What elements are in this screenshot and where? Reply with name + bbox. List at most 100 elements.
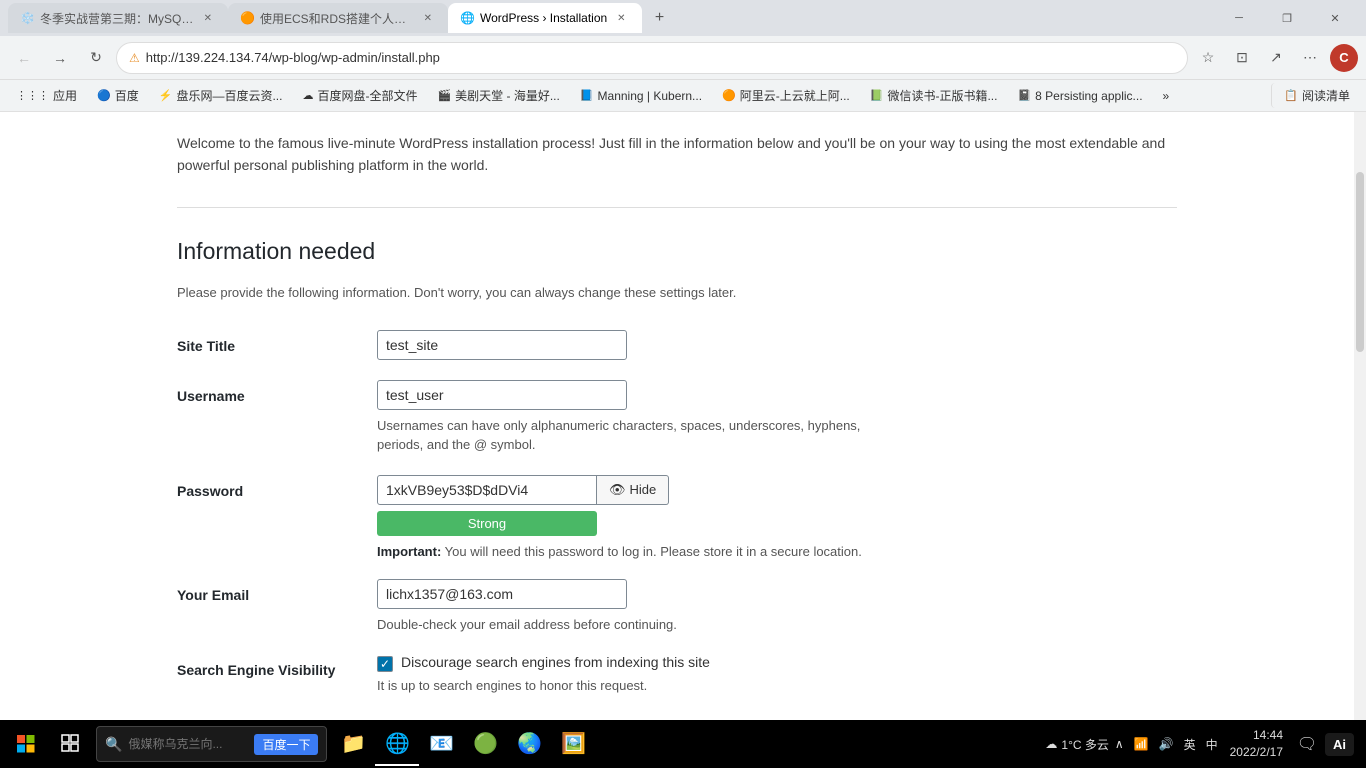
site-title-field: [377, 330, 1177, 360]
weather-widget[interactable]: ☁ 1°C 多云: [1045, 736, 1108, 753]
info-notice: Please provide the following information…: [177, 285, 1177, 300]
baidu-search-button[interactable]: 百度一下: [254, 734, 318, 755]
bookmark-meiju[interactable]: 🎬 美剧天堂 - 海量好...: [429, 83, 567, 108]
settings-icon[interactable]: ⋯: [1294, 42, 1326, 74]
forward-button[interactable]: →: [44, 42, 76, 74]
ai-button[interactable]: Ai: [1325, 733, 1354, 756]
bookmark-weixin[interactable]: 📗 微信读书-正版书籍...: [862, 83, 1006, 108]
app3-icon: 🌏: [517, 731, 542, 756]
profile-button[interactable]: C: [1330, 44, 1358, 72]
password-input[interactable]: [377, 475, 597, 505]
baidu-icon: 🔵: [97, 89, 111, 102]
scrollbar[interactable]: [1354, 112, 1366, 720]
password-row: Password 👁 Hide Strong: [177, 475, 1177, 559]
hide-label: Hide: [630, 482, 657, 497]
address-input[interactable]: ⚠ http://139.224.134.74/wp-blog/wp-admin…: [116, 42, 1188, 74]
apps-icon: ⋮⋮⋮: [16, 89, 49, 102]
scroll-thumb[interactable]: [1356, 172, 1364, 352]
network-icon[interactable]: 📶: [1130, 733, 1153, 755]
search-visibility-field: ✓ Discourage search engines from indexin…: [377, 654, 1177, 696]
email-field-container: Double-check your email address before c…: [377, 579, 1177, 635]
bookmark-panyue-label: 盘乐网—百度云资...: [176, 87, 282, 104]
tab2-favicon: 🟠: [240, 11, 254, 25]
taskbar-search[interactable]: 🔍 百度一下: [96, 726, 327, 762]
app2-button[interactable]: 🟢: [463, 722, 507, 766]
bookmark-star-icon[interactable]: ☆: [1192, 42, 1224, 74]
search-visibility-checkbox[interactable]: ✓: [377, 656, 393, 672]
username-row: Username Usernames can have only alphanu…: [177, 380, 1177, 455]
bookmark-baidu-label: 百度: [115, 87, 139, 104]
bookmark-panyue[interactable]: ⚡ 盘乐网—百度云资...: [151, 83, 291, 108]
input-method-zh[interactable]: 中: [1202, 734, 1222, 755]
show-hidden-icons[interactable]: ∧: [1111, 733, 1128, 755]
task-view-button[interactable]: [48, 722, 92, 766]
refresh-button[interactable]: ↻: [80, 42, 112, 74]
clock-date: 2022/2/17: [1230, 744, 1283, 761]
bookmark-persisting[interactable]: 📓 8 Persisting applic...: [1009, 85, 1150, 107]
intro-section: Welcome to the famous live-minute WordPr…: [177, 112, 1177, 208]
site-title-input[interactable]: [377, 330, 627, 360]
windows-logo-icon: [17, 735, 35, 753]
reading-list-icon: 📋: [1284, 89, 1298, 102]
tab-1[interactable]: ❄️ 冬季实战营第三期：MySQL数据... ✕: [8, 3, 228, 33]
collections-icon[interactable]: ⊡: [1226, 42, 1258, 74]
address-bar: ← → ↻ ⚠ http://139.224.134.74/wp-blog/wp…: [0, 36, 1366, 80]
hide-password-button[interactable]: 👁 Hide: [597, 475, 669, 505]
password-important-note: Important: You will need this password t…: [377, 544, 1177, 559]
email-input[interactable]: [377, 579, 627, 609]
email-row: Your Email Double-check your email addre…: [177, 579, 1177, 635]
edge-icon: 🌐: [385, 731, 410, 756]
window-controls: ─ ❐ ✕: [1216, 2, 1358, 34]
bookmark-aliyun-label: 阿里云-上云就上阿...: [740, 87, 850, 104]
taskbar: 🔍 百度一下 📁 🌐 📧 🟢 🌏 🖼️ ☁ 1: [0, 720, 1366, 768]
password-field: 👁 Hide Strong Important: You will need t…: [377, 475, 1177, 559]
cloud-icon: ☁: [1045, 737, 1057, 751]
panyue-icon: ⚡: [159, 89, 173, 102]
app2-icon: 🟢: [473, 731, 498, 756]
start-button[interactable]: [4, 722, 48, 766]
wordpress-form-container: Welcome to the famous live-minute WordPr…: [157, 112, 1197, 720]
bookmark-baidupan[interactable]: ☁ 百度网盘-全部文件: [294, 83, 425, 108]
tab2-close[interactable]: ✕: [420, 11, 436, 26]
weixin-icon: 📗: [870, 89, 884, 102]
new-tab-button[interactable]: +: [646, 4, 674, 32]
restore-button[interactable]: ❐: [1264, 2, 1310, 34]
username-hint: Usernames can have only alphanumeric cha…: [377, 416, 877, 455]
install-field: Install WordPress: [377, 716, 1177, 720]
app4-button[interactable]: 🖼️: [551, 722, 595, 766]
tab1-close[interactable]: ✕: [200, 11, 216, 26]
manning-icon: 📘: [580, 89, 594, 102]
url-text: http://139.224.134.74/wp-blog/wp-admin/i…: [146, 50, 1175, 65]
baidupan-icon: ☁: [302, 89, 313, 102]
bookmark-baidupan-label: 百度网盘-全部文件: [317, 87, 417, 104]
app1-button[interactable]: 📧: [419, 722, 463, 766]
bookmark-more[interactable]: »: [1155, 85, 1178, 107]
notification-button[interactable]: 🗨: [1291, 722, 1323, 766]
bookmark-apps[interactable]: ⋮⋮⋮ 应用: [8, 83, 85, 108]
main-area: Welcome to the famous live-minute WordPr…: [0, 112, 1366, 720]
reading-list[interactable]: 📋 阅读清单: [1271, 83, 1358, 108]
bookmark-aliyun[interactable]: 🟠 阿里云-上云就上阿...: [714, 83, 858, 108]
username-input[interactable]: [377, 380, 627, 410]
search-magnifier-icon: 🔍: [105, 736, 122, 753]
bookmark-manning[interactable]: 📘 Manning | Kubern...: [572, 85, 710, 107]
file-explorer-button[interactable]: 📁: [331, 722, 375, 766]
close-button[interactable]: ✕: [1312, 2, 1358, 34]
bookmark-baidu[interactable]: 🔵 百度: [89, 83, 147, 108]
tab-3[interactable]: 🌐 WordPress › Installation ✕: [448, 3, 642, 33]
taskbar-search-input[interactable]: [128, 737, 248, 751]
input-method-en[interactable]: 英: [1180, 734, 1200, 755]
app3-button[interactable]: 🌏: [507, 722, 551, 766]
back-button[interactable]: ←: [8, 42, 40, 74]
minimize-button[interactable]: ─: [1216, 2, 1262, 34]
clock-widget[interactable]: 14:44 2022/2/17: [1224, 727, 1289, 761]
section-title: Information needed: [177, 238, 1177, 265]
password-strength-bar: Strong: [377, 511, 597, 536]
bookmark-manning-label: Manning | Kubern...: [598, 89, 703, 103]
tab3-close[interactable]: ✕: [613, 11, 629, 26]
share-icon[interactable]: ↗: [1260, 42, 1292, 74]
tab-2[interactable]: 🟠 使用ECS和RDS搭建个人博客 - 云... ✕: [228, 3, 448, 33]
volume-icon[interactable]: 🔊: [1155, 733, 1178, 755]
edge-browser-button[interactable]: 🌐: [375, 722, 419, 766]
security-icon: ⚠: [129, 51, 140, 65]
